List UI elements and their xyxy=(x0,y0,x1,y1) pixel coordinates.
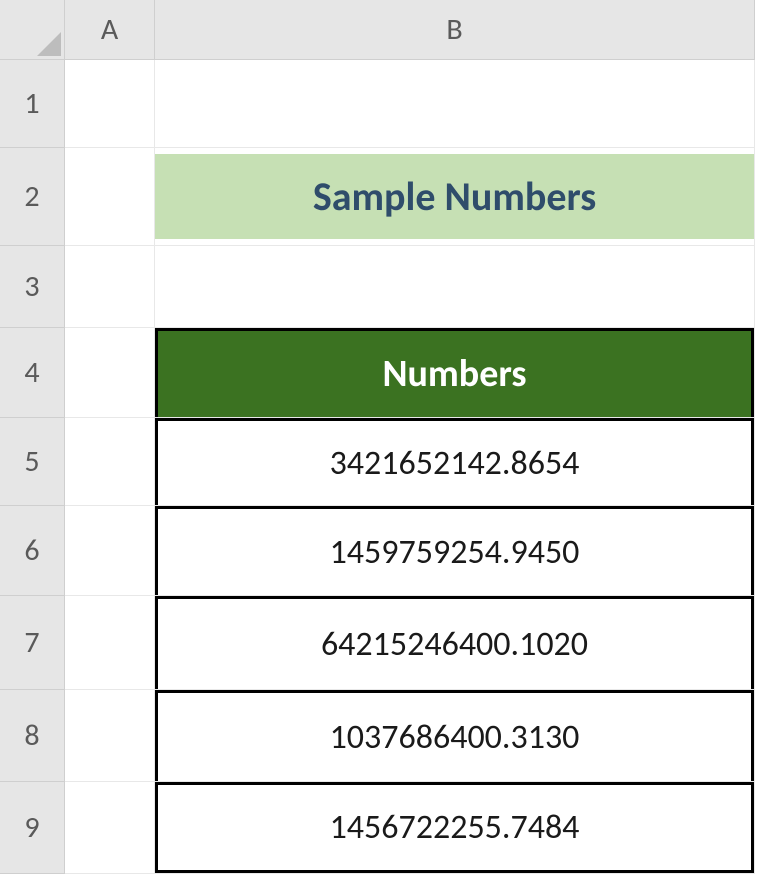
row-header-3[interactable]: 3 xyxy=(0,246,65,328)
cell-A7[interactable] xyxy=(65,596,155,690)
cell-A1[interactable] xyxy=(65,60,155,148)
row-header-4[interactable]: 4 xyxy=(0,328,65,418)
cell-B3[interactable] xyxy=(155,246,755,328)
select-all-triangle-icon xyxy=(37,32,61,56)
cell-B7[interactable]: 64215246400.1020 xyxy=(155,596,755,690)
row-header-9[interactable]: 9 xyxy=(0,782,65,874)
cell-B6[interactable]: 1459759254.9450 xyxy=(155,506,755,596)
cell-A4[interactable] xyxy=(65,328,155,418)
cell-B1[interactable] xyxy=(155,60,755,148)
row-header-8[interactable]: 8 xyxy=(0,690,65,782)
cell-A5[interactable] xyxy=(65,418,155,506)
row-header-7[interactable]: 7 xyxy=(0,596,65,690)
cell-B4[interactable]: Numbers xyxy=(155,328,755,418)
select-all-corner[interactable] xyxy=(0,0,65,60)
cell-A8[interactable] xyxy=(65,690,155,782)
row-header-5[interactable]: 5 xyxy=(0,418,65,506)
table-row: 64215246400.1020 xyxy=(155,596,754,689)
row-header-6[interactable]: 6 xyxy=(0,506,65,596)
table-row: 3421652142.8654 xyxy=(155,418,754,505)
cell-B2[interactable]: Sample Numbers xyxy=(155,148,755,246)
row-header-2[interactable]: 2 xyxy=(0,148,65,246)
table-row: 1037686400.3130 xyxy=(155,690,754,781)
cell-A3[interactable] xyxy=(65,246,155,328)
cell-A9[interactable] xyxy=(65,782,155,874)
column-header-B[interactable]: B xyxy=(155,0,755,60)
spreadsheet-grid: A B 1 2 Sample Numbers 3 4 Numbers 5 342… xyxy=(0,0,768,874)
table-header: Numbers xyxy=(155,328,754,417)
column-header-A[interactable]: A xyxy=(65,0,155,60)
table-row: 1459759254.9450 xyxy=(155,506,754,595)
title-label: Sample Numbers xyxy=(155,154,754,239)
cell-A6[interactable] xyxy=(65,506,155,596)
cell-B9[interactable]: 1456722255.7484 xyxy=(155,782,755,874)
cell-B8[interactable]: 1037686400.3130 xyxy=(155,690,755,782)
table-row: 1456722255.7484 xyxy=(155,782,754,873)
cell-A2[interactable] xyxy=(65,148,155,246)
cell-B5[interactable]: 3421652142.8654 xyxy=(155,418,755,506)
row-header-1[interactable]: 1 xyxy=(0,60,65,148)
